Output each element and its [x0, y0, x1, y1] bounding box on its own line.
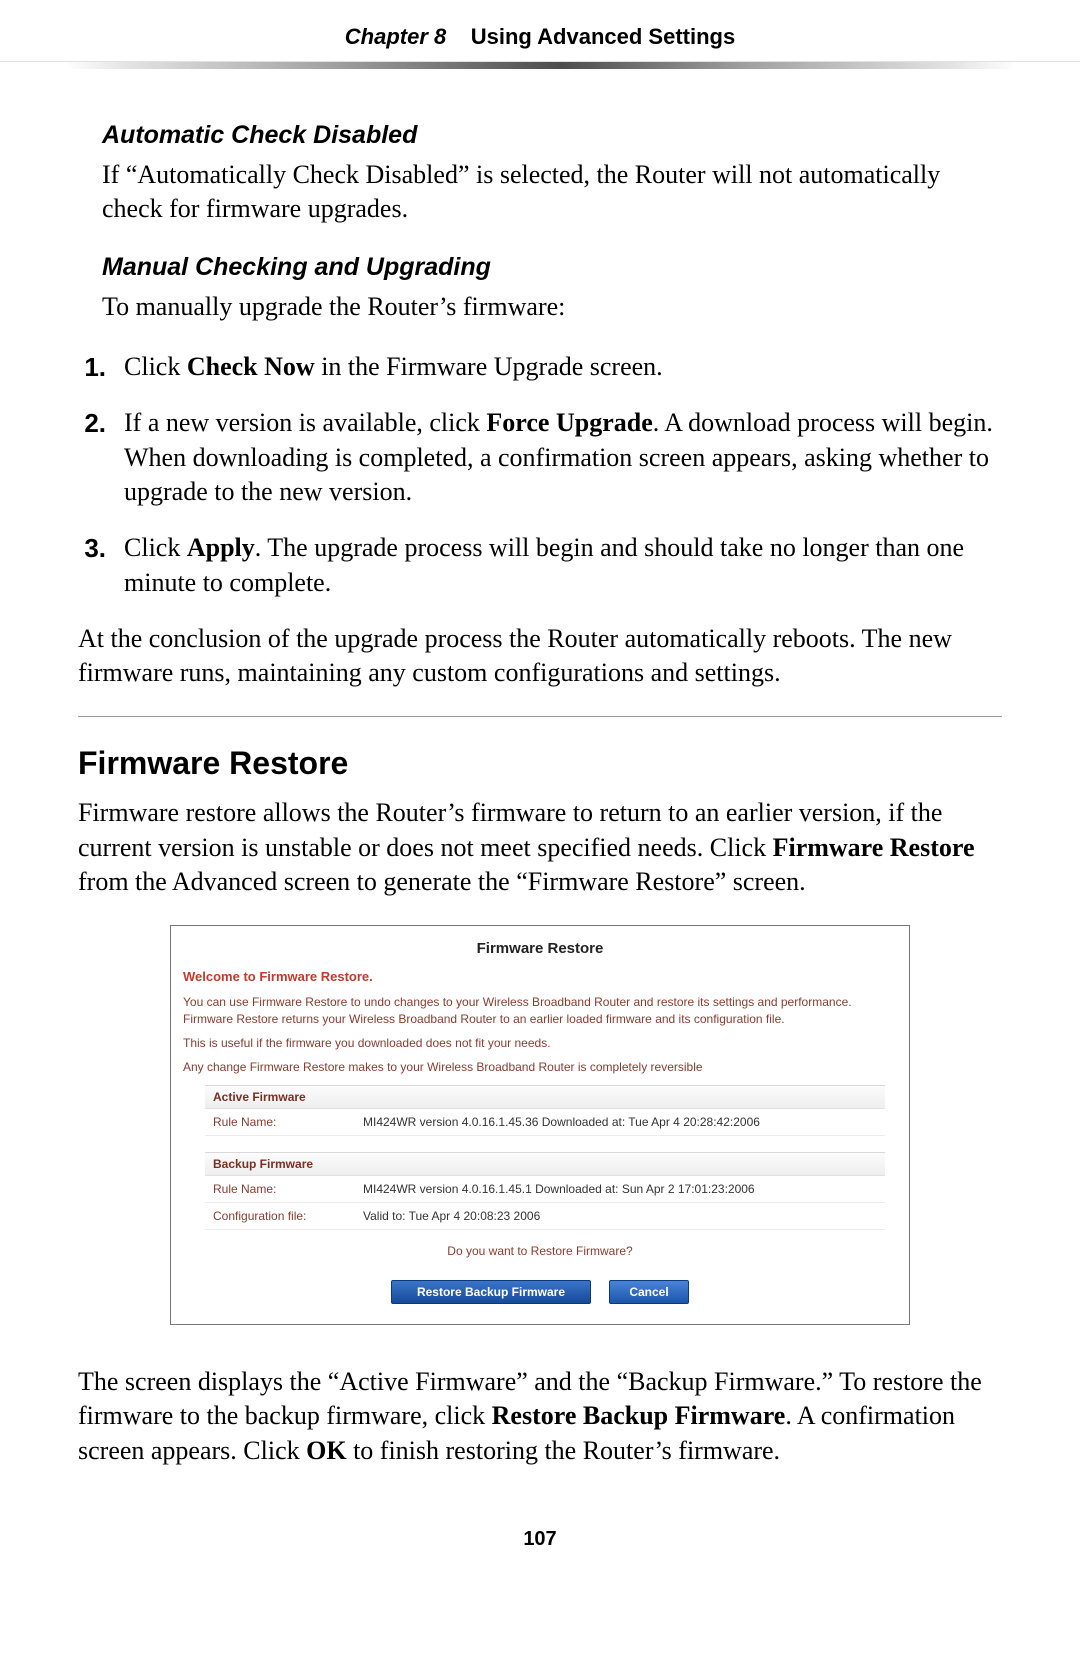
step-body: Click Check Now in the Firmware Upgrade …	[124, 350, 1002, 384]
paragraph-auto-check: If “Automatically Check Disabled” is sel…	[102, 158, 1002, 227]
step-item: 1. Click Check Now in the Firmware Upgra…	[78, 350, 1002, 384]
field-value: MI424WR version 4.0.16.1.45.36 Downloade…	[355, 1109, 885, 1135]
step-number: 2.	[78, 406, 106, 509]
dialog-description-1: You can use Firmware Restore to undo cha…	[183, 994, 897, 1026]
running-header: Chapter 8 Using Advanced Settings	[78, 0, 1002, 61]
field-value: MI424WR version 4.0.16.1.45.1 Downloaded…	[355, 1176, 885, 1202]
step-item: 2. If a new version is available, click …	[78, 406, 1002, 509]
paragraph-manual-intro: To manually upgrade the Router’s firmwar…	[102, 290, 1002, 324]
dialog-description-2: This is useful if the firmware you downl…	[183, 1035, 897, 1051]
dialog-prompt: Do you want to Restore Firmware?	[183, 1244, 897, 1258]
cancel-button[interactable]: Cancel	[609, 1280, 689, 1304]
page-number: 107	[78, 1528, 1002, 1551]
group-header-active: Active Firmware	[205, 1086, 885, 1109]
table-row: Configuration file: Valid to: Tue Apr 4 …	[205, 1203, 885, 1230]
page: Chapter 8 Using Advanced Settings Automa…	[0, 0, 1080, 1591]
group-header-backup: Backup Firmware	[205, 1153, 885, 1176]
header-gradient-rule	[0, 61, 1080, 69]
paragraph-restore-intro: Firmware restore allows the Router’s fir…	[78, 796, 1002, 899]
dialog-button-row: Restore Backup Firmware Cancel	[183, 1280, 897, 1304]
dialog-title: Firmware Restore	[183, 940, 897, 957]
embedded-screenshot: Firmware Restore Welcome to Firmware Res…	[78, 925, 1002, 1325]
step-number: 3.	[78, 531, 106, 600]
subheading-auto-check: Automatic Check Disabled	[102, 121, 1002, 150]
step-body: If a new version is available, click For…	[124, 406, 1002, 509]
step-body: Click Apply. The upgrade process will be…	[124, 531, 1002, 600]
dialog-welcome: Welcome to Firmware Restore.	[183, 969, 897, 984]
paragraph-manual-outro: At the conclusion of the upgrade process…	[78, 622, 1002, 691]
step-item: 3. Click Apply. The upgrade process will…	[78, 531, 1002, 600]
step-number: 1.	[78, 350, 106, 384]
field-label: Rule Name:	[205, 1109, 355, 1135]
ordered-steps: 1. Click Check Now in the Firmware Upgra…	[78, 350, 1002, 600]
backup-firmware-group: Backup Firmware Rule Name: MI424WR versi…	[205, 1152, 885, 1230]
active-firmware-group: Active Firmware Rule Name: MI424WR versi…	[205, 1085, 885, 1136]
paragraph-restore-outro: The screen displays the “Active Firmware…	[78, 1365, 1002, 1468]
chapter-title: Using Advanced Settings	[471, 24, 735, 49]
firmware-restore-dialog: Firmware Restore Welcome to Firmware Res…	[170, 925, 910, 1325]
chapter-label: Chapter 8	[345, 24, 446, 49]
heading-firmware-restore: Firmware Restore	[78, 745, 1002, 782]
field-label: Configuration file:	[205, 1203, 355, 1229]
field-label: Rule Name:	[205, 1176, 355, 1202]
subheading-manual-upgrade: Manual Checking and Upgrading	[102, 253, 1002, 282]
restore-backup-firmware-button[interactable]: Restore Backup Firmware	[391, 1280, 591, 1304]
table-row: Rule Name: MI424WR version 4.0.16.1.45.1…	[205, 1176, 885, 1203]
table-row: Rule Name: MI424WR version 4.0.16.1.45.3…	[205, 1109, 885, 1136]
field-value: Valid to: Tue Apr 4 20:08:23 2006	[355, 1203, 885, 1229]
section-divider	[78, 716, 1002, 717]
dialog-description-3: Any change Firmware Restore makes to you…	[183, 1059, 897, 1075]
